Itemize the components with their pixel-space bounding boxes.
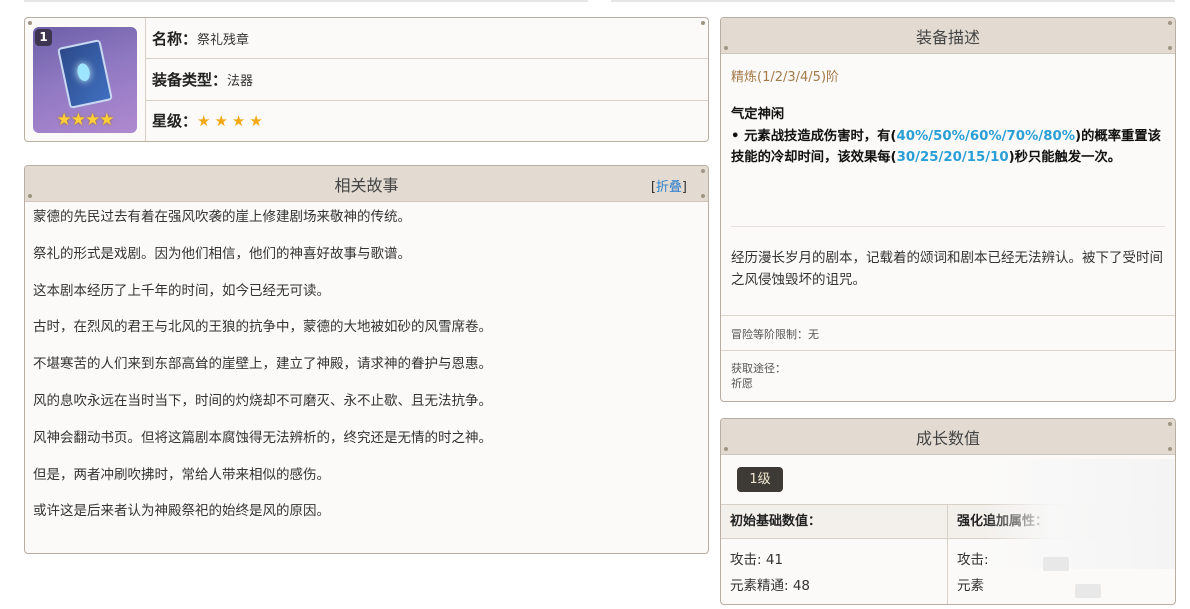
story-title: 相关故事 (334, 175, 399, 195)
story-paragraph: 或许这是后来者认为神殿祭祀的始终是风的原因。 (33, 503, 330, 520)
base-stats-header: 初始基础数值： (721, 505, 947, 539)
equip-header: 装备描述 (721, 18, 1175, 54)
rank-badge: 1 (35, 28, 52, 46)
story-paragraph: 这本剧本经历了上千年的时间，如今已经无可读。 (33, 282, 330, 299)
type-label: 装备类型： (152, 70, 228, 89)
bonus-elemental-mastery: 元素 (957, 578, 984, 594)
growth-title: 成长数值 (915, 428, 980, 448)
growth-header: 成长数值 (721, 419, 1175, 455)
item-rarity-row: 星级： ★★★★ (146, 101, 708, 141)
source-value: 祈愿 (731, 377, 753, 390)
story-card: 相关故事 [折叠] 蒙德的先民过去有着在强风吹袭的崖上修建剧场来敬神的传统。 祭… (24, 165, 709, 554)
effect-name: 气定神闲 (731, 107, 785, 122)
base-stats-column: 初始基础数值： 攻击: 41 元素精通: 48 (721, 505, 948, 604)
item-info: 名称： 祭礼残章 装备类型： 法器 星级： ★★★★ (146, 18, 708, 141)
blurred-overlay (985, 459, 1175, 598)
fold-link[interactable]: 折叠 (656, 180, 682, 195)
thumbnail-stars: ★★★★ (56, 109, 115, 130)
level-tab-1[interactable]: 1级 (737, 467, 783, 492)
item-type-row: 装备类型： 法器 (146, 59, 708, 101)
effect-cooldown: 30/25/20/15/10 (896, 150, 1009, 165)
divider (721, 315, 1175, 316)
top-divider-right (611, 0, 1175, 2)
base-elemental-mastery: 元素精通: 48 (730, 578, 811, 594)
equip-title: 装备描述 (915, 27, 980, 47)
item-thumbnail-cell: 1 ★★★★ (25, 18, 146, 141)
effect-separator (731, 226, 1165, 227)
name-value: 祭礼残章 (197, 32, 250, 48)
top-divider-left (24, 0, 588, 2)
passive-effect: 气定神闲 • 元素战技造成伤害时，有(40%/50%/60%/70%/80%)的… (731, 104, 1167, 169)
growth-stats-card: 成长数值 1级 初始基础数值： 攻击: 41 元素精通: 48 强化追加属性： … (720, 418, 1176, 605)
rarity-stars: ★★★★ (197, 111, 267, 130)
story-header: 相关故事 [折叠] (25, 166, 708, 202)
refinement-levels: 精炼(1/2/3/4/5)阶 (731, 70, 840, 85)
base-attack: 攻击: 41 (730, 552, 784, 568)
source-label: 获取途径： (731, 362, 786, 375)
story-paragraph: 古时，在烈风的君王与北风的王狼的抗争中，蒙德的大地被如砂的风雪席卷。 (33, 319, 492, 336)
story-paragraph: 风神会翻动书页。但将这篇剧本腐蚀得无法辨析的，终究还是无情的时之神。 (33, 429, 492, 446)
fold-toggle[interactable]: [折叠] (651, 176, 687, 195)
item-name-row: 名称： 祭礼残章 (146, 18, 708, 60)
story-paragraph: 不堪寒苦的人们来到东部高耸的崖壁上，建立了神殿，请求神的眷护与恩惠。 (33, 356, 492, 373)
story-paragraph: 祭礼的形式是戏剧。因为他们相信，他们的神喜好故事与歌谱。 (33, 245, 411, 262)
rank-limit: 冒险等阶限制：无 (731, 328, 819, 341)
equipment-description-card: 装备描述 精炼(1/2/3/4/5)阶 气定神闲 • 元素战技造成伤害时，有(4… (720, 17, 1176, 402)
effect-description: • 元素战技造成伤害时，有(40%/50%/60%/70%/80%)的概率重置该… (731, 128, 1161, 166)
story-body: 蒙德的先民过去有着在强风吹袭的崖上修建剧场来敬神的传统。 祭礼的形式是戏剧。因为… (25, 202, 708, 545)
effect-chance: 40%/50%/60%/70%/80% (896, 128, 1076, 144)
divider (721, 350, 1175, 351)
story-paragraph: 风的息吹永远在当时当下，时间的灼烧却不可磨灭、永不止歇、且无法抗争。 (33, 392, 492, 409)
name-label: 名称： (152, 29, 198, 48)
item-summary-card: 1 ★★★★ 名称： 祭礼残章 装备类型： 法器 星级： ★★★★ (24, 17, 709, 142)
story-paragraph: 但是，两者冲刷吹拂时，常给人带来相似的感伤。 (33, 466, 330, 483)
catalyst-book-icon (57, 38, 113, 109)
item-thumbnail: 1 ★★★★ (33, 26, 137, 133)
star-label: 星级： (152, 112, 198, 131)
type-value: 法器 (227, 73, 254, 89)
story-paragraph: 蒙德的先民过去有着在强风吹袭的崖上修建剧场来敬神的传统。 (33, 209, 411, 225)
lore-text: 经历漫长岁月的剧本，记载着的颂词和剧本已经无法辨认。被下了受时间之风侵蚀毁坏的诅… (731, 250, 1163, 288)
